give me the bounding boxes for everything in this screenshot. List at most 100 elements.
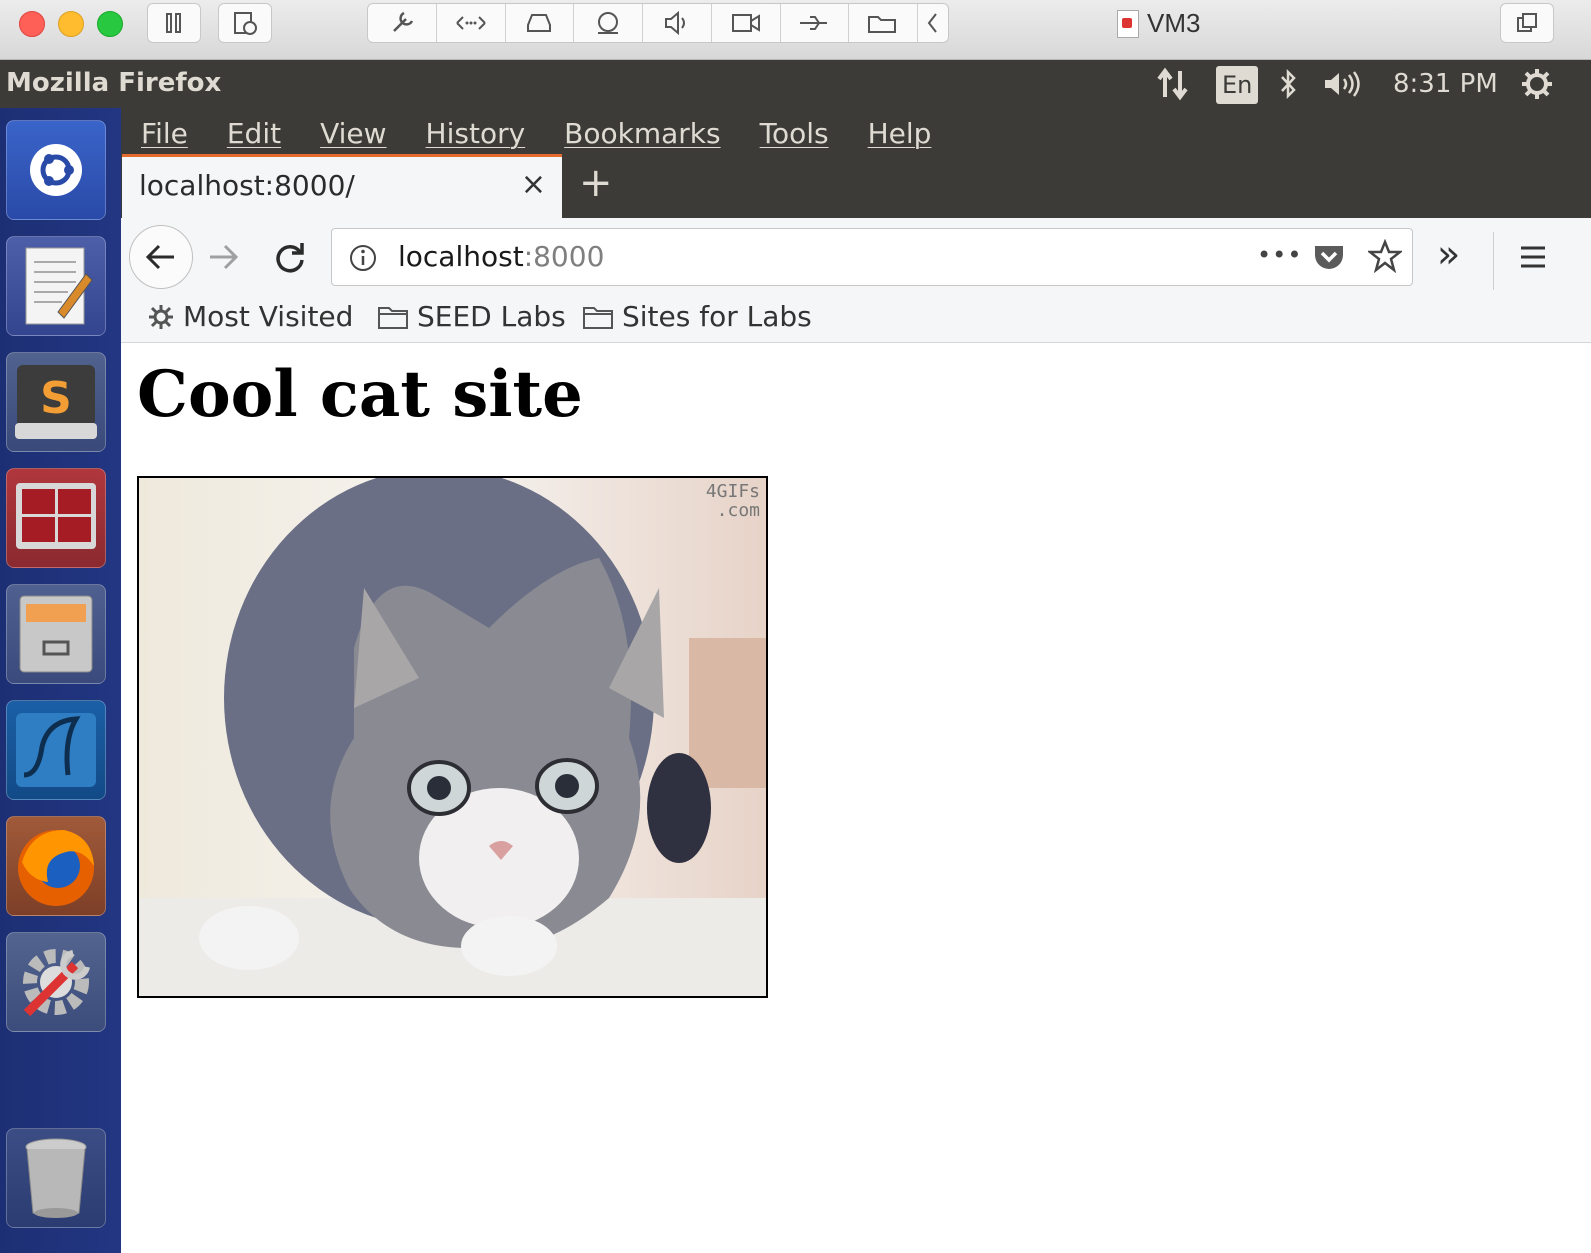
overflow-menu-button[interactable]: » — [1437, 232, 1460, 276]
menu-edit[interactable]: Edit — [227, 117, 281, 150]
reload-icon — [276, 243, 304, 273]
launcher-firefox[interactable] — [6, 816, 106, 916]
vm-toolbar — [367, 3, 949, 43]
launcher-sublime[interactable]: S — [6, 352, 106, 452]
url-port: :8000 — [523, 240, 605, 273]
launcher-settings[interactable] — [6, 932, 106, 1032]
url-text: localhost:8000 — [398, 240, 604, 273]
disk-button[interactable] — [506, 4, 575, 42]
shared-folders-button[interactable] — [849, 4, 918, 42]
ubuntu-top-panel: Mozilla Firefox En 8:31 PM — [0, 60, 1591, 108]
menu-view[interactable]: View — [320, 117, 386, 150]
active-app-title: Mozilla Firefox — [6, 68, 222, 98]
unity-launcher: S — [0, 108, 122, 1253]
speaker-icon — [664, 10, 685, 36]
bookmark-sites-for-labs[interactable]: Sites for Labs — [582, 300, 812, 333]
toolbar-separator — [1493, 232, 1494, 290]
arrow-right-icon — [210, 244, 239, 270]
usb-icon — [800, 16, 828, 30]
folder-icon — [378, 306, 408, 329]
network-indicator[interactable] — [1155, 66, 1191, 102]
minimize-window-button[interactable] — [58, 11, 84, 37]
menu-history[interactable]: History — [426, 117, 526, 150]
wireshark-icon — [16, 713, 96, 787]
volume-indicator[interactable] — [1322, 66, 1364, 102]
bookmark-seed-labs[interactable]: SEED Labs — [377, 300, 566, 333]
hamburger-menu-icon[interactable] — [1518, 244, 1548, 270]
system-settings-icon — [23, 949, 90, 1017]
bookmark-most-visited[interactable]: Most Visited — [147, 300, 353, 333]
video-camera-icon — [731, 14, 760, 32]
menu-file[interactable]: File — [141, 117, 188, 150]
firefox-menubar: File Edit View History Bookmarks Tools H… — [121, 108, 1591, 158]
unity-mode-button[interactable] — [1500, 3, 1554, 43]
tab-title: localhost:8000/ — [139, 169, 355, 202]
bookmarks-toolbar: Most Visited SEED Labs Sites for Labs — [121, 296, 1591, 343]
tab-localhost[interactable]: localhost:8000/ × — [122, 154, 562, 218]
cd-button[interactable] — [574, 4, 643, 42]
navigation-toolbar: localhost:8000 ••• » — [121, 218, 1591, 296]
bluetooth-indicator[interactable] — [1278, 66, 1298, 102]
network-button[interactable] — [437, 4, 506, 42]
pause-icon — [166, 13, 181, 33]
menu-tools[interactable]: Tools — [760, 117, 829, 150]
launcher-files[interactable] — [6, 584, 106, 684]
vm-name: VM3 — [1147, 8, 1201, 38]
sound-button[interactable] — [643, 4, 712, 42]
watermark-line-1: 4GIFs — [705, 481, 760, 502]
launcher-dash[interactable] — [6, 120, 106, 220]
vm-window-title: VM3 — [1117, 8, 1200, 39]
launcher-terminal[interactable] — [6, 468, 106, 568]
new-tab-button[interactable]: + — [579, 160, 613, 206]
video-button[interactable] — [712, 4, 781, 42]
windows-overlap-icon — [1517, 13, 1537, 32]
bookmark-label: Most Visited — [183, 300, 354, 333]
close-window-button[interactable] — [19, 11, 45, 37]
launcher-trash[interactable] — [6, 1128, 106, 1228]
pocket-icon[interactable] — [1312, 241, 1346, 273]
svg-text:S: S — [40, 373, 72, 424]
web-page: Cool cat site 4GIFs .com — [121, 343, 1591, 1253]
settings-wrench-button[interactable] — [368, 4, 437, 42]
vm-document-icon — [1117, 9, 1139, 38]
gear-power-icon — [1522, 69, 1552, 99]
tab-close-icon[interactable]: × — [521, 167, 546, 202]
snapshot-button[interactable] — [218, 3, 272, 43]
page-actions-menu[interactable]: ••• — [1257, 241, 1302, 269]
collapse-toolbar-button[interactable] — [918, 4, 948, 42]
chevron-left-icon — [927, 13, 937, 33]
terminal-icon — [16, 483, 96, 549]
snapshot-icon — [234, 12, 257, 35]
gear-icon — [149, 304, 173, 329]
session-menu[interactable] — [1520, 66, 1554, 102]
firefox-icon — [18, 830, 94, 906]
site-info-icon[interactable] — [348, 243, 378, 273]
gif-watermark: 4GIFs .com — [706, 482, 760, 520]
keyboard-language-indicator[interactable]: En — [1216, 66, 1259, 104]
sublime-text-icon: S — [15, 365, 97, 439]
forward-button[interactable] — [207, 242, 241, 276]
maximize-window-button[interactable] — [97, 11, 123, 37]
menu-bookmarks[interactable]: Bookmarks — [564, 117, 720, 150]
volume-icon — [1325, 71, 1360, 97]
file-cabinet-icon — [19, 595, 93, 673]
menu-help[interactable]: Help — [868, 117, 932, 150]
pause-vm-button[interactable] — [147, 3, 201, 43]
back-button[interactable] — [129, 225, 193, 289]
trash-icon — [25, 1138, 87, 1218]
network-updown-icon — [1157, 67, 1188, 101]
launcher-text-editor[interactable] — [6, 236, 106, 336]
clock[interactable]: 8:31 PM — [1393, 66, 1498, 102]
camera-dome-icon — [598, 12, 619, 34]
cat-illustration — [139, 478, 766, 996]
bookmark-star-icon[interactable] — [1368, 239, 1402, 273]
url-bar[interactable]: localhost:8000 ••• — [331, 228, 1413, 286]
usb-button[interactable] — [781, 4, 850, 42]
bluetooth-icon — [1281, 68, 1296, 100]
wrench-icon — [392, 11, 414, 32]
launcher-wireshark[interactable] — [6, 700, 106, 800]
bookmark-label: Sites for Labs — [622, 300, 812, 333]
url-host: localhost — [398, 240, 524, 273]
cat-gif-image: 4GIFs .com — [137, 476, 768, 998]
reload-button[interactable] — [273, 240, 307, 278]
